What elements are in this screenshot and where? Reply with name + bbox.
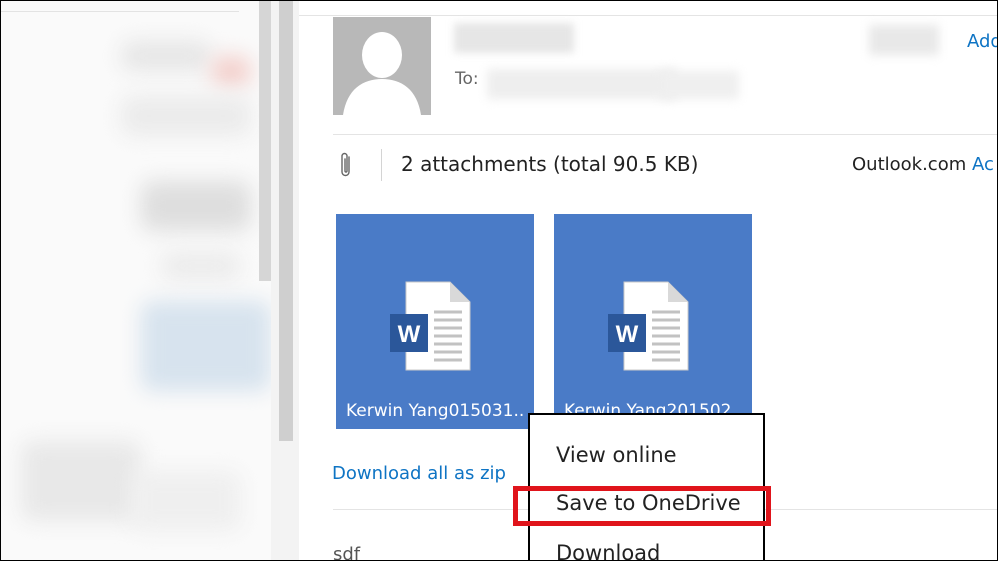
menu-item-view-online[interactable]: View online	[556, 443, 677, 467]
list-item[interactable]	[121, 96, 251, 136]
list-divider	[1, 11, 239, 12]
list-item[interactable]	[141, 181, 251, 231]
sender-avatar	[333, 17, 431, 115]
paperclip-icon	[341, 152, 350, 177]
attachments-summary: 2 attachments (total 90.5 KB)	[401, 152, 699, 176]
list-item[interactable]	[161, 251, 241, 281]
add-contact-link[interactable]: Add	[967, 31, 997, 52]
download-all-zip-link[interactable]: Download all as zip	[332, 463, 506, 484]
message-body: sdf	[333, 544, 361, 561]
word-doc-icon: W	[390, 281, 471, 371]
menu-item-download[interactable]: Download	[556, 541, 660, 560]
list-item-selected[interactable]	[141, 301, 271, 391]
menu-item-save-to-onedrive[interactable]: Save to OneDrive	[556, 491, 741, 515]
recipient	[487, 69, 677, 99]
recipient	[659, 71, 739, 99]
list-item[interactable]	[131, 471, 241, 531]
message-date	[869, 25, 939, 55]
to-label: To:	[455, 69, 479, 89]
outlook-action-link[interactable]: Ac	[972, 154, 994, 175]
svg-text:W: W	[616, 321, 639, 348]
attachment-tile[interactable]: W Kerwin Yang015031..	[336, 214, 534, 429]
pane-scrollbar-thumb[interactable]	[279, 1, 293, 441]
list-scrollbar-thumb[interactable]	[259, 1, 271, 281]
list-item[interactable]	[21, 441, 141, 521]
sender-name	[454, 23, 574, 53]
list-item-badge	[211, 56, 251, 86]
attachment-name: Kerwin Yang015031..	[346, 401, 525, 421]
word-doc-icon: W	[608, 281, 689, 371]
attachments-divider	[333, 134, 997, 135]
message-list-pane[interactable]	[1, 1, 271, 560]
outlook-source: Outlook.com Ac	[852, 154, 994, 175]
svg-text:W: W	[398, 321, 421, 348]
outlook-label: Outlook.com	[852, 154, 967, 175]
list-item[interactable]	[121, 41, 211, 71]
app-window: To: Add 2 attachments (total 90.5 KB) Ou…	[0, 0, 998, 561]
person-icon	[333, 17, 431, 115]
attachment-context-menu: View online Save to OneDrive Download	[528, 413, 765, 560]
header-divider	[299, 15, 997, 16]
attachment-tile[interactable]: W Kerwin Yang201502	[554, 214, 752, 429]
divider	[381, 149, 382, 181]
